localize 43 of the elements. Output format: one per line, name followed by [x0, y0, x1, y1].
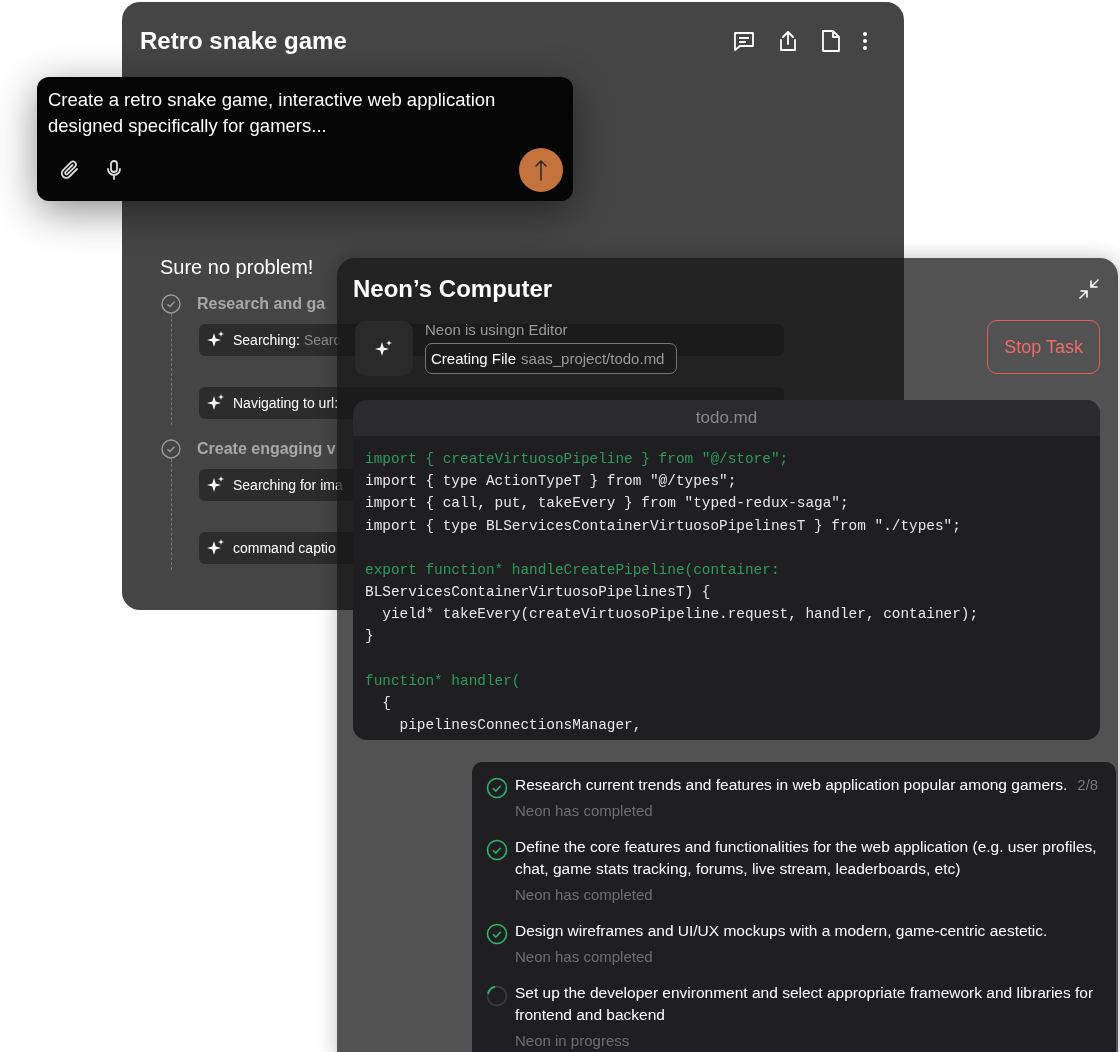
code-line: import { createVirtuosoPipeline } from "@/store";	[365, 450, 790, 469]
code-line: export function* handleCreatePipeline(container:	[365, 560, 781, 580]
code-line: import { type ActionTypeT } from "@/types";	[365, 472, 738, 492]
task-title: Set up the developer environment and select appropriate framework and libraries for frontend and backend	[515, 983, 1095, 1026]
task-count: 2/8	[1077, 775, 1099, 796]
task-status: Neon has completed	[515, 947, 654, 968]
prompt-box[interactable]: Create a retro snake game, interactive web application designed specifically for gamers...	[37, 77, 573, 201]
code-line: function* handler(	[365, 671, 522, 691]
computer-title: Neon’s Computer	[353, 275, 553, 303]
paperclip-icon[interactable]	[60, 159, 80, 181]
task-status: Neon has completed	[515, 885, 654, 906]
step-title: Create engaging v	[197, 440, 336, 458]
activity-text: Neon is usingn Editor	[425, 321, 569, 338]
task-title: Design wireframes and UI/UX mockups with a modern, game-centric aestetic.	[515, 921, 1048, 942]
file-path: saas_project/todo.md	[521, 350, 665, 367]
send-button[interactable]	[519, 148, 563, 192]
arrow-up-icon	[535, 159, 547, 181]
action-label: Searching for ima	[233, 477, 343, 493]
action-label: Navigating to url:	[233, 395, 339, 411]
more-icon[interactable]	[862, 31, 868, 51]
step-title: Research and ga	[197, 295, 326, 313]
code-line: pipelinesConnectionsManager,	[398, 716, 643, 736]
code-line: yield* takeEvery(createVirtuosoPipeline.request, handler, container);	[381, 605, 980, 625]
action-label: Creating File	[431, 350, 517, 367]
task-title: Research current trends and features in web application popular among gamers.	[515, 775, 1068, 796]
code-line: BLServicesContainerVirtuosoPipelinesT) {	[365, 583, 712, 602]
code-line: import { call, put, takeEvery } from "typed-redux-saga";	[365, 494, 850, 514]
code-line: {	[381, 693, 392, 713]
code-line: }	[365, 627, 375, 647]
chat-title: Retro snake game	[140, 27, 348, 55]
action-detail: Searc	[303, 332, 341, 348]
task-status: Neon in progress	[515, 1031, 631, 1052]
microphone-icon[interactable]	[106, 160, 122, 180]
task-title: Define the core features and functionalities for the web application (e.g. user profiles, chat, game stats tracking, forums, live stream, leaderboards, etc)	[515, 837, 1098, 880]
action-label: command captio	[233, 540, 336, 556]
action-label: Searching:	[233, 332, 300, 348]
collapse-icon[interactable]	[1078, 278, 1100, 300]
document-icon[interactable]	[820, 29, 842, 53]
chat-icon[interactable]	[732, 29, 756, 53]
code-line: import { type BLServicesContainerVirtuosoPipelinesT } from "./types";	[365, 516, 962, 536]
reply-text: Sure no problem!	[160, 255, 315, 280]
prompt-text[interactable]: Create a retro snake game, interactive web application designed specifically for gamers...	[48, 87, 563, 148]
task-status: Neon has completed	[515, 801, 654, 822]
